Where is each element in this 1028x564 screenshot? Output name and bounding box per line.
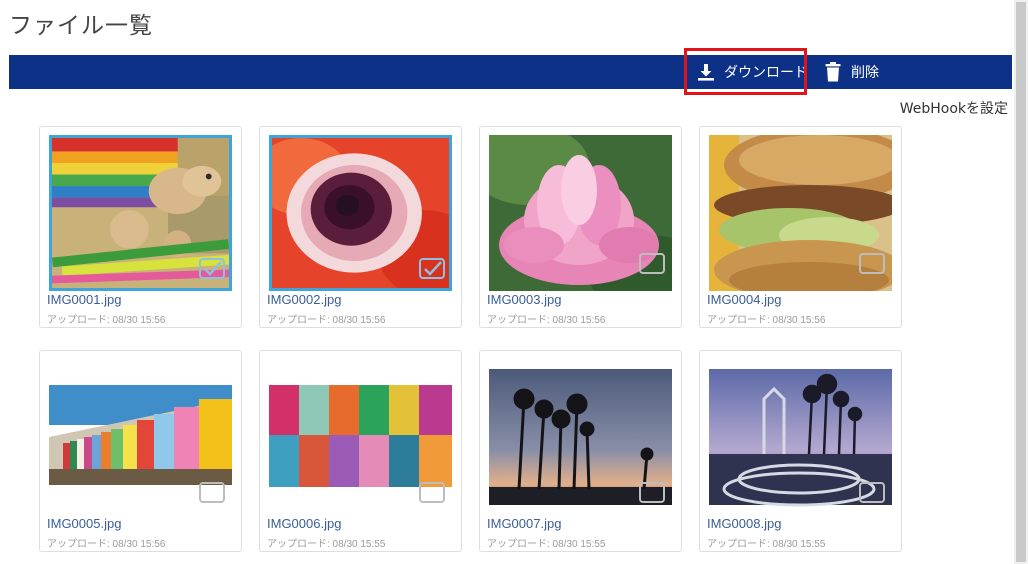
upload-date: アップロード: 08/30 15:56 bbox=[47, 539, 166, 550]
file-name[interactable]: IMG0004.jpg bbox=[707, 292, 781, 307]
upload-date: アップロード: 08/30 15:55 bbox=[487, 539, 606, 550]
file-name[interactable]: IMG0005.jpg bbox=[47, 516, 121, 531]
upload-date: アップロード: 08/30 15:55 bbox=[707, 539, 826, 550]
file-card[interactable]: IMG0007.jpg アップロード: 08/30 15:55 bbox=[479, 350, 682, 552]
webhook-settings-link[interactable]: WebHookを設定 bbox=[900, 98, 1008, 118]
vertical-scrollbar[interactable] bbox=[1014, 0, 1028, 564]
file-name[interactable]: IMG0002.jpg bbox=[267, 292, 341, 307]
select-checkbox[interactable] bbox=[419, 258, 445, 279]
file-name[interactable]: IMG0006.jpg bbox=[267, 516, 341, 531]
file-name[interactable]: IMG0003.jpg bbox=[487, 292, 561, 307]
upload-date: アップロード: 08/30 15:55 bbox=[267, 539, 386, 550]
file-card[interactable]: IMG0003.jpg アップロード: 08/30 15:56 bbox=[479, 126, 682, 328]
select-checkbox[interactable] bbox=[859, 253, 885, 274]
select-checkbox[interactable] bbox=[639, 253, 665, 274]
delete-label: 削除 bbox=[851, 65, 879, 81]
checkmark-icon bbox=[204, 261, 222, 276]
upload-date: アップロード: 08/30 15:56 bbox=[47, 315, 166, 326]
trash-icon bbox=[825, 62, 841, 82]
file-card[interactable]: IMG0004.jpg アップロード: 08/30 15:56 bbox=[699, 126, 902, 328]
file-card[interactable]: IMG0008.jpg アップロード: 08/30 15:55 bbox=[699, 350, 902, 552]
file-card[interactable]: IMG0001.jpg アップロード: 08/30 15:56 bbox=[39, 126, 242, 328]
select-checkbox[interactable] bbox=[199, 482, 225, 503]
checkmark-icon bbox=[424, 261, 442, 276]
file-card[interactable]: IMG0006.jpg アップロード: 08/30 15:55 bbox=[259, 350, 462, 552]
select-checkbox[interactable] bbox=[419, 482, 445, 503]
file-card[interactable]: IMG0005.jpg アップロード: 08/30 15:56 bbox=[39, 350, 242, 552]
upload-date: アップロード: 08/30 15:56 bbox=[267, 315, 386, 326]
toolbar: ダウンロード 削除 bbox=[9, 55, 1012, 89]
page-title: ファイル一覧 bbox=[9, 13, 153, 39]
upload-date: アップロード: 08/30 15:56 bbox=[707, 315, 826, 326]
download-highlight-box bbox=[684, 48, 807, 95]
delete-button[interactable]: 削除 bbox=[825, 55, 879, 89]
file-card[interactable]: IMG0002.jpg アップロード: 08/30 15:56 bbox=[259, 126, 462, 328]
file-name[interactable]: IMG0008.jpg bbox=[707, 516, 781, 531]
select-checkbox[interactable] bbox=[199, 258, 225, 279]
select-checkbox[interactable] bbox=[859, 482, 885, 503]
file-name[interactable]: IMG0001.jpg bbox=[47, 292, 121, 307]
scrollbar-thumb[interactable] bbox=[1016, 2, 1026, 562]
file-name[interactable]: IMG0007.jpg bbox=[487, 516, 561, 531]
select-checkbox[interactable] bbox=[639, 482, 665, 503]
upload-date: アップロード: 08/30 15:56 bbox=[487, 315, 606, 326]
